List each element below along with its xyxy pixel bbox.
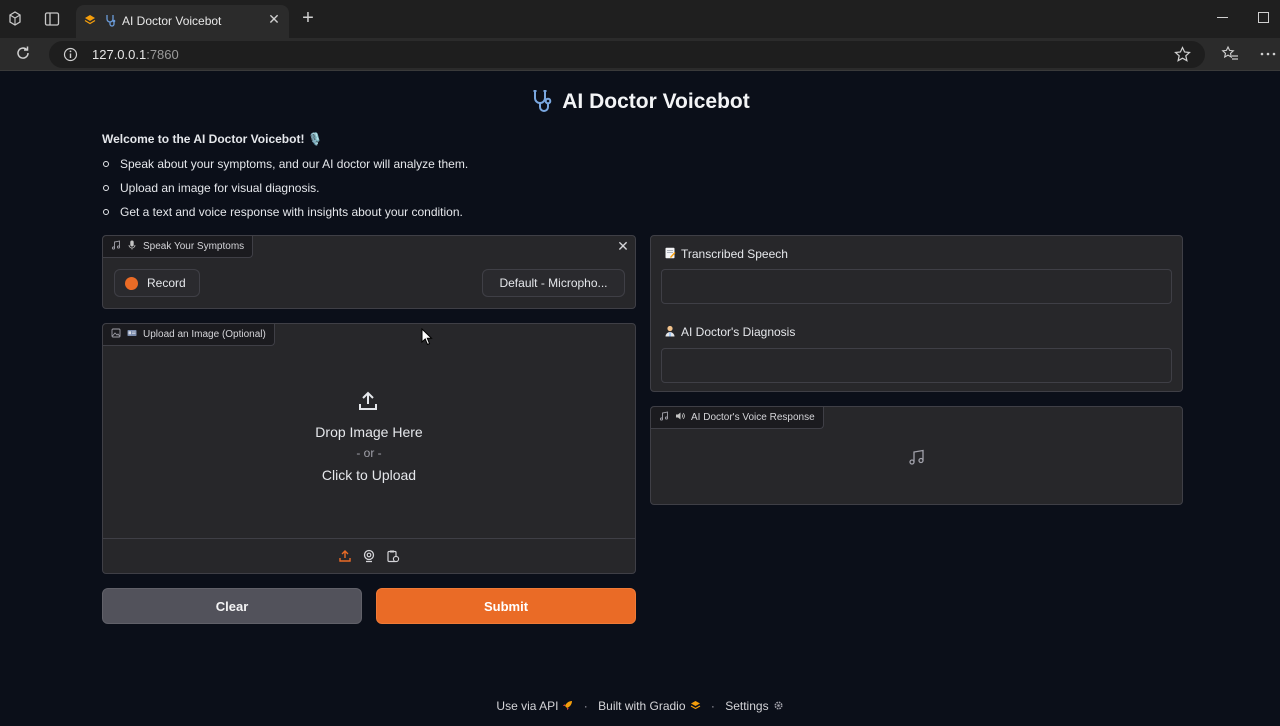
clipboard-icon[interactable] — [386, 549, 400, 563]
settings-link[interactable]: Settings — [725, 699, 768, 713]
intro-section: Welcome to the AI Doctor Voicebot! 🎙️ Sp… — [102, 132, 468, 224]
stethoscope-icon — [533, 90, 552, 112]
page-title-text: AI Doctor Voicebot — [562, 90, 750, 113]
image-drop-zone[interactable]: Drop Image Here - or - Click to Upload — [103, 346, 635, 538]
use-via-api-link[interactable]: Use via API — [496, 699, 558, 713]
music-note-icon — [111, 240, 121, 250]
voice-output-label-text: AI Doctor's Voice Response — [691, 412, 815, 423]
transcribed-speech-field[interactable] — [661, 269, 1172, 304]
rocket-icon — [563, 701, 573, 710]
click-to-upload-text: Click to Upload — [321, 467, 417, 483]
image-icon — [111, 328, 121, 338]
speaker-icon — [676, 412, 685, 420]
record-button-label: Record — [147, 276, 186, 290]
url-text: 127.0.0.1:7860 — [92, 47, 179, 62]
url-host: 127.0.0.1 — [92, 47, 147, 62]
upload-icon — [359, 391, 377, 410]
diagnosis-field[interactable] — [661, 348, 1172, 383]
drop-or-text: - or - — [356, 446, 382, 460]
address-bar-row: 127.0.0.1:7860 — [0, 38, 1280, 71]
image-source-bar — [103, 538, 635, 573]
text-output-block: Transcribed Speech AI Doctor's Diagnosis — [650, 235, 1183, 392]
image-input-block: Upload an Image (Optional) Drop Image He… — [102, 323, 636, 574]
site-info-icon[interactable] — [63, 47, 78, 62]
diagnosis-label-text: AI Doctor's Diagnosis — [681, 325, 796, 339]
new-tab-button[interactable]: + — [300, 8, 316, 28]
stethoscope-icon — [106, 15, 116, 27]
voice-output-label: AI Doctor's Voice Response — [651, 407, 824, 429]
memo-icon — [665, 247, 676, 259]
browser-tab-bar: AI Doctor Voicebot ✕ + — [0, 0, 1280, 38]
intro-item: Get a text and voice response with insig… — [102, 200, 468, 224]
minimize-window-icon[interactable] — [1217, 17, 1228, 18]
maximize-window-icon[interactable] — [1258, 12, 1269, 23]
record-button[interactable]: Record — [114, 269, 200, 297]
diagnosis-label: AI Doctor's Diagnosis — [664, 325, 795, 339]
close-icon[interactable]: ✕ — [615, 238, 631, 254]
favorite-star-icon[interactable] — [1174, 46, 1191, 63]
footer-separator: · — [583, 699, 588, 713]
favorites-icon[interactable] — [1221, 45, 1239, 63]
intro-list: Speak about your symptoms, and our AI do… — [102, 152, 468, 224]
music-note-icon — [909, 449, 924, 465]
page-title: AI Doctor Voicebot — [0, 88, 1280, 114]
workspaces-icon[interactable] — [6, 10, 24, 28]
microphone-select[interactable]: Default - Micropho... — [482, 269, 625, 297]
upload-source-icon[interactable] — [338, 549, 352, 563]
built-with-gradio-link[interactable]: Built with Gradio — [598, 699, 685, 713]
reload-icon[interactable] — [14, 44, 32, 62]
transcribed-speech-label: Transcribed Speech — [664, 247, 788, 261]
gear-icon — [774, 701, 783, 710]
clear-button[interactable]: Clear — [102, 588, 362, 624]
audio-input-label-text: Speak Your Symptoms — [143, 241, 245, 252]
footer: Use via API · Built with Gradio · Settin… — [0, 699, 1280, 713]
voice-output-block: AI Doctor's Voice Response — [650, 406, 1183, 505]
doctor-icon — [665, 325, 675, 337]
audio-input-label: Speak Your Symptoms — [103, 236, 254, 258]
footer-separator: · — [710, 699, 715, 713]
id-card-icon — [127, 330, 137, 336]
record-dot-icon — [125, 277, 138, 290]
url-field[interactable]: 127.0.0.1:7860 — [49, 41, 1205, 68]
mouse-cursor-icon — [421, 328, 433, 346]
more-menu-icon[interactable] — [1259, 45, 1277, 63]
image-input-label: Upload an Image (Optional) — [103, 324, 275, 346]
music-note-icon — [659, 411, 669, 421]
intro-heading: Welcome to the AI Doctor Voicebot! 🎙️ — [102, 132, 323, 146]
microphone-icon — [128, 240, 136, 250]
submit-button[interactable]: Submit — [376, 588, 636, 624]
browser-tab-active[interactable]: AI Doctor Voicebot ✕ — [76, 5, 289, 38]
intro-item: Speak about your symptoms, and our AI do… — [102, 152, 468, 176]
webcam-icon[interactable] — [362, 549, 376, 563]
close-tab-icon[interactable]: ✕ — [267, 12, 281, 26]
app-page: AI Doctor Voicebot Welcome to the AI Doc… — [0, 72, 1280, 726]
tab-title: AI Doctor Voicebot — [122, 14, 222, 28]
url-port: :7860 — [146, 47, 179, 62]
transcribed-speech-label-text: Transcribed Speech — [681, 247, 788, 261]
audio-input-block: Speak Your Symptoms ✕ Record Default - M… — [102, 235, 636, 309]
drop-text: Drop Image Here — [315, 424, 423, 440]
gradio-logo-icon — [690, 701, 700, 710]
gradio-favicon-icon — [84, 15, 96, 25]
intro-item: Upload an image for visual diagnosis. — [102, 176, 468, 200]
image-input-label-text: Upload an Image (Optional) — [143, 329, 266, 340]
tab-actions-icon[interactable] — [43, 10, 61, 28]
